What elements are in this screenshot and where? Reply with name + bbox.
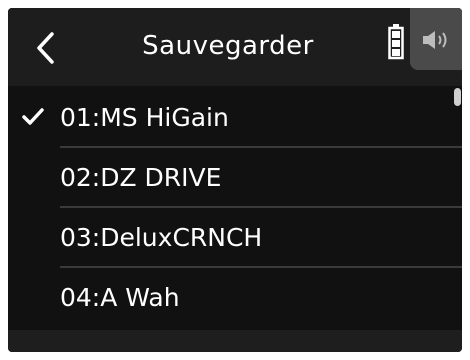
battery-icon: [388, 24, 404, 64]
list-item-label: 04:A Wah: [60, 283, 180, 312]
page-title: Sauvegarder: [142, 31, 314, 61]
device-screen: Sauvegarder 01:MS HiGain 02:DZ DRIVE 03:…: [8, 8, 462, 352]
speaker-button[interactable]: [410, 8, 462, 70]
checkmark-icon: [22, 108, 44, 130]
list-item-label: 03:DeluxCRNCH: [60, 223, 263, 252]
scrollbar-thumb[interactable]: [454, 88, 461, 106]
speaker-icon: [423, 31, 447, 49]
patch-list: 01:MS HiGain 02:DZ DRIVE 03:DeluxCRNCH 0…: [8, 88, 462, 328]
list-item-label: 02:DZ DRIVE: [60, 163, 222, 192]
back-button[interactable]: [28, 26, 68, 70]
header-bar: Sauvegarder: [8, 8, 462, 86]
chevron-left-icon: [37, 32, 54, 64]
list-item[interactable]: 01:MS HiGain: [8, 88, 462, 148]
list-item[interactable]: 03:DeluxCRNCH: [8, 208, 462, 268]
list-item[interactable]: 04:A Wah: [8, 268, 462, 328]
footer-bar: [8, 330, 462, 352]
list-item-label: 01:MS HiGain: [60, 103, 229, 132]
list-item[interactable]: 02:DZ DRIVE: [8, 148, 462, 208]
